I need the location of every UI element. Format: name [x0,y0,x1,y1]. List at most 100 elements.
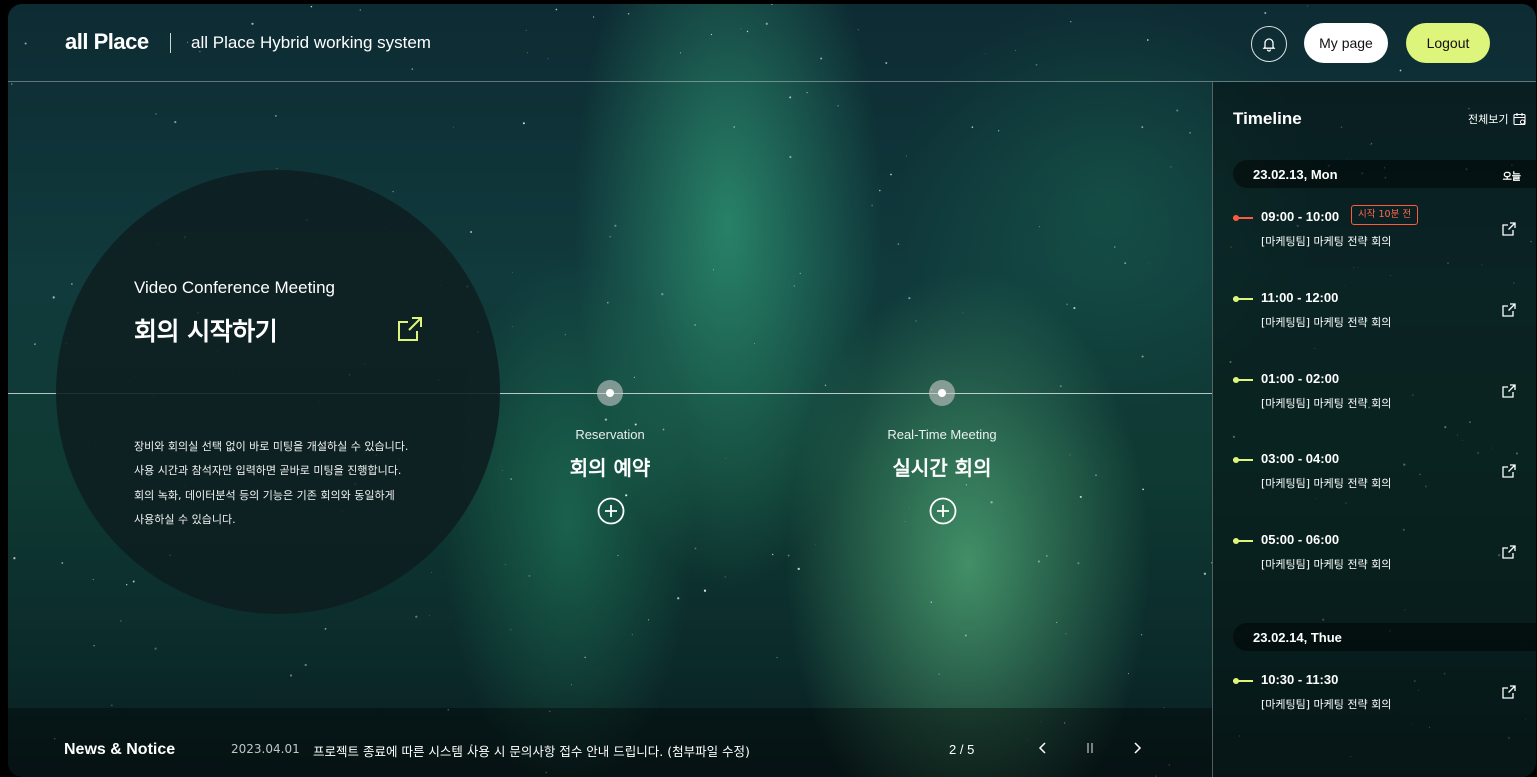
event-time: 09:00 - 10:00 [1261,209,1340,224]
description-line: 회의 녹화, 데이터분석 등의 기능은 기존 회의와 동일하게 [134,488,395,502]
star [965,484,968,486]
external-link-icon[interactable] [1501,684,1517,700]
star [905,155,907,157]
star [661,293,664,296]
event-marker [1233,457,1253,463]
star [289,674,293,677]
event-time: 01:00 - 02:00 [1261,371,1340,386]
reservation-label-en: Reservation [575,427,645,442]
external-link-icon[interactable] [1501,463,1517,479]
realtime-label-en: Real-Time Meeting [887,427,997,442]
day-header: 23.02.14, Thue [1233,623,1536,651]
star [609,235,612,238]
star [617,554,619,557]
star [1045,554,1048,557]
day-date: 23.02.14, Thue [1253,630,1342,645]
star [990,501,993,504]
calendar-icon [1513,113,1527,126]
star [504,563,506,565]
star [1056,622,1058,623]
news-pause-button[interactable] [1080,738,1100,758]
timeline-event[interactable]: 11:00 - 12:00 [마케팅팀] 마케팅 전략 회의 [1233,290,1523,340]
event-marker [1233,538,1253,544]
star [771,553,774,556]
header: all Place all Place Hybrid working syste… [8,4,1536,82]
external-link-icon[interactable] [1501,302,1517,318]
news-bar: News & Notice 2023.04.01 프로젝트 종료에 따른 시스템… [8,708,1212,777]
start-meeting-title[interactable]: 회의 시작하기 [134,312,278,348]
external-link-icon[interactable] [1501,221,1517,237]
star [415,615,418,618]
star [754,343,755,344]
star [1189,131,1192,134]
view-all-label: 전체보기 [1468,113,1509,126]
logo-divider [170,33,171,53]
start-soon-badge: 시작 10분 전 [1351,205,1419,225]
star [126,584,128,586]
star [604,418,608,421]
star [1124,262,1127,265]
mypage-button[interactable]: My page [1304,23,1388,63]
star [34,343,36,345]
star [431,571,432,573]
news-prev-button[interactable] [1033,738,1053,758]
star [964,634,967,637]
star [564,334,566,336]
star [1148,262,1149,263]
event-title: [마케팅팀] 마케팅 전략 회의 [1261,316,1392,329]
realtime-label-ko: 실시간 회의 [892,456,992,480]
star [174,121,177,124]
add-reservation-icon[interactable] [597,497,625,525]
conference-description: 장비와 회의실 선택 없이 바로 미팅을 개설하실 수 있습니다. 사용 시간과… [134,435,408,532]
news-next-button[interactable] [1127,738,1147,758]
pause-icon [1087,743,1093,753]
timeline-event[interactable]: 05:00 - 06:00 [마케팅팀] 마케팅 전략 회의 [1233,532,1523,582]
reservation-label-ko: 회의 예약 [569,456,651,480]
star [797,567,800,571]
logout-button[interactable]: Logout [1406,23,1490,63]
star [631,634,633,636]
add-realtime-icon[interactable] [929,497,957,525]
realtime-meeting-option[interactable]: Real-Time Meeting 실시간 회의 [867,427,1017,481]
timeline-event[interactable]: 10:30 - 11:30 [마케팅팀] 마케팅 전략 회의 [1233,672,1523,722]
star [703,589,707,592]
star [908,507,910,508]
news-headline[interactable]: 프로젝트 종료에 따른 시스템 사용 시 문의사항 접수 안내 드립니다. (첨… [313,741,750,760]
star [998,130,1000,132]
logo[interactable]: all Place [65,29,149,55]
star [962,312,964,314]
star [1170,166,1172,168]
notification-button[interactable] [1251,26,1287,62]
event-time: 11:00 - 12:00 [1261,290,1339,305]
conference-title-en: Video Conference Meeting [134,278,335,297]
star [1037,560,1041,563]
conference-panel [56,170,500,614]
star [938,673,940,675]
star [1079,495,1082,498]
event-time: 05:00 - 06:00 [1261,532,1340,547]
external-link-icon[interactable] [1501,544,1517,560]
star [904,521,906,523]
bell-icon [1262,38,1276,52]
star [92,579,94,581]
timeline-event[interactable]: 01:00 - 02:00 [마케팅팀] 마케팅 전략 회의 [1233,371,1523,421]
event-marker [1233,678,1253,684]
star [304,663,307,667]
chevron-left-icon [1038,742,1046,754]
reservation-option[interactable]: Reservation 회의 예약 [540,427,680,481]
timeline-node [597,380,623,406]
star [111,704,113,706]
day-header: 23.02.13, Mon 오늘 [1233,160,1536,188]
timeline-event[interactable]: 09:00 - 10:00 시작 10분 전 [마케팅팀] 마케팅 전략 회의 [1233,205,1523,259]
timeline-node [929,380,955,406]
external-link-icon[interactable] [396,315,424,343]
star [71,283,73,285]
star [633,376,635,378]
star [154,647,157,650]
external-link-icon[interactable] [1501,383,1517,399]
timeline-event[interactable]: 03:00 - 04:00 [마케팅팀] 마케팅 전략 회의 [1233,451,1523,501]
view-all-button[interactable]: 전체보기 [1468,111,1527,127]
star [824,384,827,386]
star [528,574,531,577]
event-title: [마케팅팀] 마케팅 전략 회의 [1261,477,1392,490]
